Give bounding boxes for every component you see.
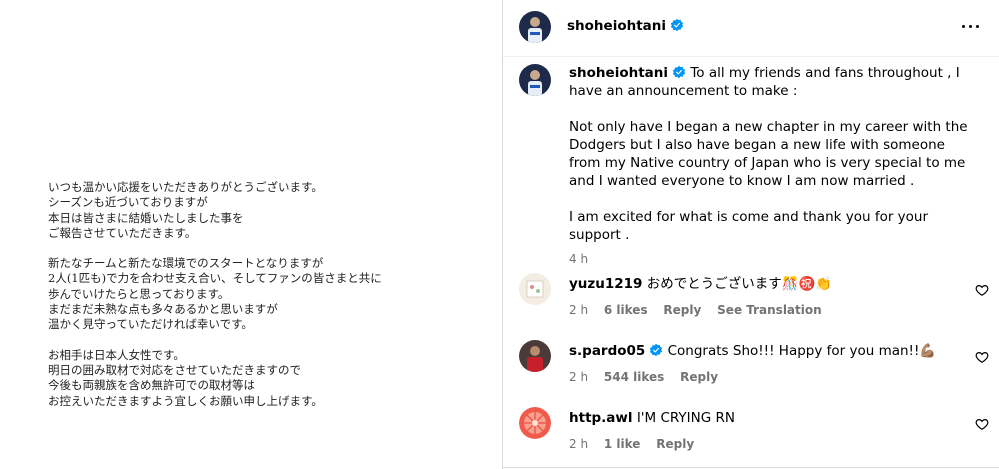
comment-meta: 2 h 6 likes Reply See Translation <box>569 303 834 317</box>
comment-likes[interactable]: 1 like <box>604 437 641 451</box>
post-image: いつも温かい応援をいただきありがとうございます。 シーズンも近づいておりますが … <box>0 0 502 469</box>
comment-username[interactable]: s.pardo05 <box>569 343 645 359</box>
comment-time[interactable]: 2 h <box>569 437 588 451</box>
post-details-pane: shoheiohtani shoheiohtani To all my frie… <box>503 0 999 469</box>
comment-meta: 2 h 544 likes Reply <box>569 370 730 384</box>
comment-body: yuzu1219 おめでとうございます🎊㊗️👏 <box>569 275 959 293</box>
reply-button[interactable]: Reply <box>680 370 718 384</box>
heart-outline-icon[interactable] <box>975 350 989 364</box>
comment-time[interactable]: 2 h <box>569 303 588 317</box>
comment-text: おめでとうございます🎊㊗️👏 <box>646 276 833 292</box>
comment-text: Congrats Sho!!! Happy for you man!!💪🏽 <box>667 343 937 359</box>
bottom-divider <box>503 467 999 468</box>
avatar[interactable] <box>519 407 551 439</box>
verified-badge-icon <box>672 65 686 79</box>
heart-outline-icon[interactable] <box>975 283 989 297</box>
avatar[interactable] <box>519 11 551 43</box>
verified-badge-icon <box>670 18 684 32</box>
heart-outline-icon[interactable] <box>975 417 989 431</box>
caption-timestamp[interactable]: 4 h <box>569 250 979 268</box>
comment-likes[interactable]: 6 likes <box>604 303 648 317</box>
caption-username[interactable]: shoheiohtani <box>569 65 668 81</box>
comment-body: http.awl I'M CRYING RN <box>569 409 959 427</box>
letter-paragraph-2: 新たなチームと新たな環境でのスタートとなりますが 2人(1匹も)で力を合わせ支え… <box>48 256 382 332</box>
more-options-icon[interactable] <box>959 18 983 34</box>
letter-paragraph-3: お相手は日本人女性です。 明日の囲み取材で対応をさせていただきますので 今後も両… <box>48 347 323 408</box>
caption-paragraph-3: I am excited for what is come and thank … <box>569 209 929 243</box>
announcement-letter: いつも温かい応援をいただきありがとうございます。 シーズンも近づいておりますが … <box>48 180 468 424</box>
comment-text: I'M CRYING RN <box>636 410 735 426</box>
post-header: shoheiohtani <box>503 0 999 57</box>
avatar[interactable] <box>519 273 551 305</box>
letter-paragraph-1: いつも温かい応援をいただきありがとうございます。 シーズンも近づいておりますが … <box>48 180 323 240</box>
comment-item: http.awl I'M CRYING RN 2 h 1 like Reply <box>503 407 999 467</box>
comment-meta: 2 h 1 like Reply <box>569 437 706 451</box>
comment-likes[interactable]: 544 likes <box>604 370 664 384</box>
caption-text: shoheiohtani To all my friends and fans … <box>569 64 979 268</box>
comment-item: s.pardo05 Congrats Sho!!! Happy for you … <box>503 340 999 400</box>
comment-username[interactable]: yuzu1219 <box>569 276 642 292</box>
reply-button[interactable]: Reply <box>663 303 701 317</box>
avatar[interactable] <box>519 64 551 96</box>
see-translation-button[interactable]: See Translation <box>717 303 822 317</box>
comment-body: s.pardo05 Congrats Sho!!! Happy for you … <box>569 342 959 360</box>
avatar[interactable] <box>519 340 551 372</box>
verified-badge-icon <box>650 343 663 357</box>
comment-time[interactable]: 2 h <box>569 370 588 384</box>
comment-item: yuzu1219 おめでとうございます🎊㊗️👏 2 h 6 likes Repl… <box>503 273 999 333</box>
comment-username[interactable]: http.awl <box>569 410 633 426</box>
header-username[interactable]: shoheiohtani <box>567 18 684 34</box>
caption-paragraph-2: Not only have I began a new chapter in m… <box>569 119 968 189</box>
reply-button[interactable]: Reply <box>656 437 694 451</box>
